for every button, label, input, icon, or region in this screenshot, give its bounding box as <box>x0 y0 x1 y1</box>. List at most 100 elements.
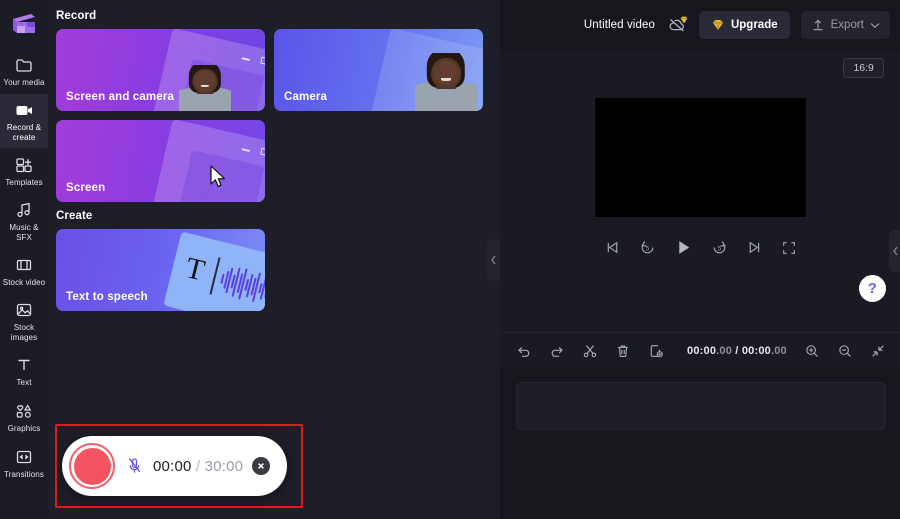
sidebar-item-stock-video[interactable]: Stock video <box>0 248 48 294</box>
card-label-screen: Screen <box>66 182 106 194</box>
cloud-sync-status[interactable] <box>666 14 688 36</box>
upgrade-button[interactable]: Upgrade <box>698 11 790 39</box>
duplicate-button[interactable] <box>648 343 664 359</box>
video-canvas[interactable] <box>595 98 807 217</box>
fit-to-screen-button[interactable] <box>870 343 886 359</box>
time-separator: / <box>732 344 742 357</box>
aspect-ratio-badge[interactable]: 16:9 <box>843 58 884 78</box>
fullscreen-button[interactable] <box>781 240 797 256</box>
sidebar-item-transitions[interactable]: Transitions <box>0 440 48 486</box>
text-t-icon <box>14 355 34 375</box>
sidebar-item-music-sfx[interactable]: Music & SFX <box>0 194 48 248</box>
card-label-screen-and-camera: Screen and camera <box>66 91 175 103</box>
sidebar-label-transitions: Transitions <box>4 469 44 479</box>
section-title-record: Record <box>56 10 97 22</box>
skip-to-end-button[interactable] <box>746 239 763 256</box>
recording-duration: 30:00 <box>204 457 244 475</box>
help-button[interactable]: ? <box>858 275 886 302</box>
sidebar-label-graphics: Graphics <box>7 423 41 433</box>
upload-arrow-icon <box>811 18 825 32</box>
microphone-muted-icon <box>128 458 140 473</box>
forward-5-seconds-button[interactable]: 5 <box>711 239 728 256</box>
folder-icon <box>14 55 34 75</box>
record-card-row-2: Screen <box>56 120 500 202</box>
left-sidebar: Your media Record & create Templates Mus… <box>0 0 48 519</box>
sidebar-label-your-media: Your media <box>3 77 45 87</box>
record-stop-button[interactable] <box>69 443 115 489</box>
sidebar-label-text: Text <box>16 377 32 387</box>
music-note-icon <box>14 200 34 220</box>
video-preview-area: 16:9 5 5 ? <box>500 50 900 332</box>
total-time: 00:00 <box>741 344 771 357</box>
microphone-mute-toggle[interactable] <box>124 457 144 475</box>
sidebar-item-stock-images[interactable]: Stock images <box>0 294 48 348</box>
create-card-row: T Text to speech <box>56 229 500 311</box>
timeline-tracks[interactable] <box>500 368 900 519</box>
text-to-speech-illustration: T <box>163 231 265 311</box>
recording-control-bar: 00:00 / 30:00 <box>62 436 287 496</box>
transition-icon <box>14 447 34 467</box>
film-strip-icon <box>14 255 34 275</box>
screen-illustration <box>152 120 265 202</box>
card-text-to-speech[interactable]: T Text to speech <box>56 229 265 311</box>
top-toolbar: Untitled video Upgrade Export <box>500 0 900 50</box>
sidebar-label-record-create: Record & create <box>6 123 42 142</box>
card-label-camera: Camera <box>284 91 328 103</box>
timeline-time-display: 00:00.00 / 00:00.00 <box>687 345 787 357</box>
delete-button[interactable] <box>615 343 631 359</box>
zoom-out-button[interactable] <box>837 343 853 359</box>
diamond-icon <box>679 12 689 30</box>
recording-separator: / <box>191 457 205 475</box>
sidebar-item-graphics[interactable]: Graphics <box>0 394 48 440</box>
empty-track[interactable] <box>516 382 886 430</box>
sidebar-label-templates: Templates <box>5 177 43 187</box>
current-time: 00:00 <box>687 344 717 357</box>
shapes-icon <box>14 401 34 421</box>
split-button[interactable] <box>582 343 598 359</box>
skip-to-start-button[interactable] <box>604 239 621 256</box>
svg-text:5: 5 <box>718 246 722 252</box>
card-camera[interactable]: Camera <box>274 29 483 111</box>
collapse-right-panel-button[interactable] <box>888 230 900 272</box>
sidebar-item-your-media[interactable]: Your media <box>0 48 48 94</box>
sidebar-label-music-sfx: Music & SFX <box>9 223 39 242</box>
zoom-in-button[interactable] <box>804 343 820 359</box>
player-controls: 5 5 <box>604 238 797 257</box>
clipchamp-logo[interactable] <box>0 0 48 48</box>
recording-time-display: 00:00 / 30:00 <box>153 458 243 475</box>
person-thumbnail <box>179 65 231 111</box>
chevron-left-icon <box>491 255 496 265</box>
timeline-zoom-controls <box>804 343 886 359</box>
editor-area: Untitled video Upgrade Export 16:9 5 5 ?… <box>500 0 900 519</box>
card-screen-and-camera[interactable]: Screen and camera <box>56 29 265 111</box>
close-recording-button[interactable] <box>252 457 271 475</box>
sidebar-item-text[interactable]: Text <box>0 348 48 394</box>
project-title[interactable]: Untitled video <box>584 19 655 31</box>
card-screen[interactable]: Screen <box>56 120 265 202</box>
clipchamp-editor-window: Your media Record & create Templates Mus… <box>0 0 900 519</box>
section-title-create: Create <box>56 210 93 222</box>
sidebar-item-record-create[interactable]: Record & create <box>0 94 48 148</box>
video-camera-icon <box>14 100 34 120</box>
sidebar-label-stock-video: Stock video <box>2 277 46 287</box>
collapse-panel-button[interactable] <box>487 239 500 281</box>
redo-button[interactable] <box>549 343 565 359</box>
help-label: ? <box>867 280 877 297</box>
image-icon <box>14 300 34 320</box>
play-button[interactable] <box>674 238 693 257</box>
undo-button[interactable] <box>516 343 532 359</box>
chevron-left-icon <box>893 246 898 256</box>
templates-grid-icon <box>14 155 34 175</box>
person-thumbnail <box>415 53 477 111</box>
current-time-fraction: .00 <box>716 344 733 357</box>
card-label-text-to-speech: Text to speech <box>66 291 148 303</box>
diamond-icon <box>711 18 725 32</box>
sidebar-item-templates[interactable]: Templates <box>0 148 48 194</box>
chevron-down-icon <box>870 22 880 29</box>
rewind-5-seconds-button[interactable]: 5 <box>639 239 656 256</box>
export-button[interactable]: Export <box>800 11 890 39</box>
svg-text:5: 5 <box>646 246 650 252</box>
upgrade-label: Upgrade <box>730 19 778 31</box>
total-time-fraction: .00 <box>770 344 787 357</box>
record-dot <box>73 447 111 485</box>
